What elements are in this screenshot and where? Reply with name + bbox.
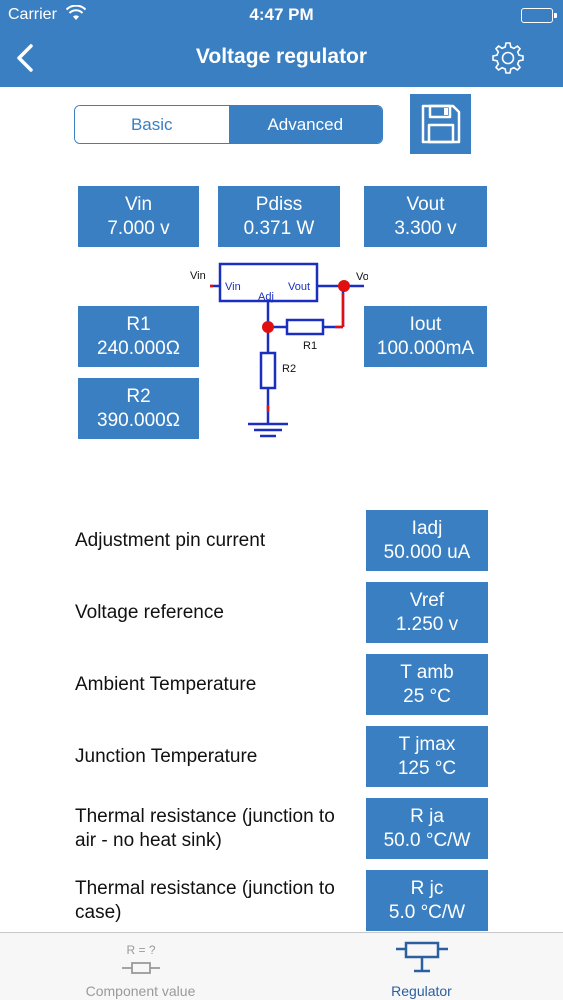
label-r2: R2 [282, 363, 296, 375]
tab-bar: R = ? Component value Regulator [0, 932, 563, 1000]
iadj-value-box[interactable]: Iadj 50.000 uA [366, 510, 488, 571]
label-r1: R1 [303, 340, 317, 352]
r2-value: 390.000Ω [97, 409, 180, 431]
vin-name: Vin [124, 193, 153, 215]
label-vo: Vo [356, 271, 368, 283]
status-time: 4:47 PM [249, 5, 314, 24]
iout-name: Iout [409, 313, 442, 335]
tamb-name: T amb [400, 661, 454, 683]
r2-value-box[interactable]: R2 390.000Ω [78, 378, 199, 439]
tamb-value: 25 °C [403, 685, 451, 707]
rjc-value-box[interactable]: R jc 5.0 °C/W [366, 870, 488, 931]
tjmax-value-box[interactable]: T jmax 125 °C [366, 726, 488, 787]
resistor-r1 [285, 318, 325, 336]
label-vin-pin: Vin [225, 281, 241, 293]
param-label-thermal-resistance-case: Thermal resistance (junction to case) [75, 878, 335, 923]
vref-name: Vref [409, 589, 445, 611]
adj-node [262, 321, 274, 333]
iadj-name: Iadj [411, 517, 443, 539]
param-label-junction-temperature: Junction Temperature [75, 746, 258, 767]
status-bar: Carrier 4:47 PM [0, 0, 563, 30]
vo-node [338, 280, 350, 292]
label-vout-pin: Vout [288, 281, 310, 293]
param-label-ambient-temperature: Ambient Temperature [75, 674, 257, 695]
iadj-value: 50.000 uA [383, 541, 471, 563]
tamb-value-box[interactable]: T amb 25 °C [366, 654, 488, 715]
tjmax-value: 125 °C [397, 757, 457, 779]
vout-name: Vout [406, 193, 445, 215]
r2-name: R2 [126, 385, 151, 407]
regulator-icon [395, 941, 448, 973]
r1-value: 240.000Ω [97, 337, 180, 359]
tab-component-label: Component value [85, 983, 196, 999]
tab-regulator-label: Regulator [391, 983, 452, 999]
iout-value-box[interactable]: Iout 100.000mA [364, 306, 487, 367]
page-title: Voltage regulator [195, 45, 368, 68]
rjc-value: 5.0 °C/W [388, 901, 466, 923]
pdiss-value-box[interactable]: Pdiss 0.371 W [218, 186, 340, 247]
gear-icon[interactable] [491, 41, 525, 75]
floppy-disk-icon [421, 104, 460, 144]
tab-component-value[interactable]: R = ? Component value [0, 933, 281, 1000]
battery-icon [521, 8, 557, 23]
resistor-r2 [259, 351, 277, 390]
r1-name: R1 [126, 313, 151, 335]
resistor-formula-icon: R = ? [121, 943, 160, 974]
label-adj: Adj [258, 291, 274, 303]
rjc-name: R jc [410, 877, 444, 899]
vref-value-box[interactable]: Vref 1.250 v [366, 582, 488, 643]
label-vin: Vin [190, 270, 206, 282]
save-button[interactable] [410, 94, 471, 154]
vout-value-box[interactable]: Vout 3.300 v [364, 186, 487, 247]
param-label-thermal-resistance-air: Thermal resistance (junction to air - no… [75, 806, 335, 851]
rja-value: 50.0 °C/W [383, 829, 471, 851]
pdiss-name: Pdiss [255, 193, 303, 215]
vref-value: 1.250 v [395, 613, 459, 635]
pdiss-value: 0.371 W [243, 217, 315, 239]
tab-regulator[interactable]: Regulator [281, 933, 562, 1000]
vin-value: 7.000 v [107, 217, 170, 239]
segment-advanced[interactable]: Advanced [228, 106, 382, 143]
rja-name: R ja [410, 805, 444, 827]
param-label-adjustment-current: Adjustment pin current [75, 530, 266, 551]
vout-value: 3.300 v [394, 217, 457, 239]
segment-basic[interactable]: Basic [75, 106, 229, 143]
param-label-voltage-reference: Voltage reference [75, 602, 224, 623]
tjmax-name: T jmax [398, 733, 456, 755]
iout-value: 100.000mA [376, 337, 475, 359]
regulator-circuit-diagram: Vin Vin Vout Adj Vo R1 R2 [190, 262, 368, 438]
r1-value-box[interactable]: R1 240.000Ω [78, 306, 199, 367]
rja-value-box[interactable]: R ja 50.0 °C/W [366, 798, 488, 859]
mode-segmented-control: Basic Advanced [74, 105, 383, 144]
tab-component-icon-text: R = ? [126, 943, 155, 957]
navigation-bar: Voltage regulator [0, 30, 563, 87]
vin-value-box[interactable]: Vin 7.000 v [78, 186, 199, 247]
